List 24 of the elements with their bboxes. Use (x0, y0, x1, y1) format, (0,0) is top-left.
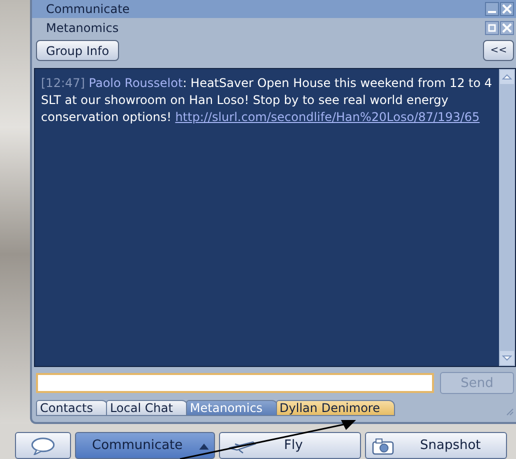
scrollbar[interactable] (499, 69, 515, 366)
collapse-button[interactable]: << (483, 40, 514, 61)
scroll-down-icon[interactable] (500, 351, 514, 365)
communicate-button[interactable]: Communicate (75, 432, 215, 459)
fly-button[interactable]: Fly (219, 432, 361, 459)
group-info-button[interactable]: Group Info (36, 40, 120, 61)
camera-icon (372, 436, 394, 454)
tear-off-icon[interactable] (485, 21, 499, 35)
close-icon[interactable] (500, 21, 514, 35)
chat-input-field[interactable] (36, 373, 434, 393)
speech-bubble-icon (30, 436, 56, 454)
slurl-link[interactable]: http://slurl.com/secondlife/Han%20Loso/87/193/65 (175, 110, 480, 124)
close-icon[interactable] (500, 2, 514, 16)
conversation-tab[interactable]: Local Chat (106, 400, 188, 416)
chat-message: [12:47] Paolo Rousselot: HeatSaver Open House this weekend from 12 to 4 SLT at our showroom on Han Loso! Stop by to see real world energy conservation options! http://slurl.com/secondlife/Han%20Loso/87/193/65 (40, 75, 494, 126)
window-title: Communicate (46, 2, 130, 16)
conversation-tab[interactable]: Dyllan Denimore (276, 400, 395, 416)
chat-button[interactable] (15, 432, 71, 459)
conversation-title: Metanomics (46, 21, 119, 35)
scroll-up-icon[interactable] (500, 70, 514, 84)
minimize-icon[interactable] (485, 2, 499, 16)
snapshot-button[interactable]: Snapshot (365, 432, 507, 459)
resize-grip-icon[interactable] (504, 406, 514, 416)
conversation-tab[interactable]: Contacts (36, 400, 108, 416)
